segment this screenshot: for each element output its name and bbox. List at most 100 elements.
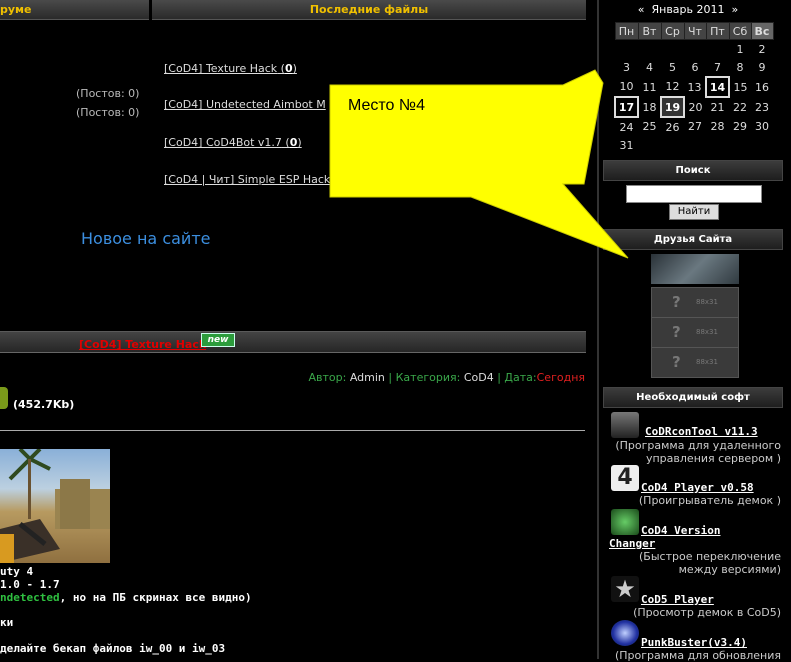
friend-banner[interactable] (651, 254, 739, 284)
calendar-day-today[interactable]: 19 (660, 96, 685, 118)
recent-file-name[interactable]: [CoD4] Undetected Aimbot M (164, 98, 326, 111)
software-block-title: Необходимый софт (603, 387, 783, 408)
calendar-week: 3 4 5 6 7 8 9 (615, 58, 773, 77)
forum-post-count: (Постов: 0) (76, 87, 140, 100)
calendar-day (751, 136, 773, 154)
calendar-prev-link[interactable]: « (638, 3, 645, 16)
search-input[interactable] (626, 185, 762, 203)
forum-header-label: руме (0, 3, 32, 16)
calendar-day (706, 136, 729, 154)
calendar-day (684, 136, 706, 154)
friend-banner-placeholder[interactable]: ? 88x31 (651, 317, 739, 348)
article-text: ки (0, 616, 14, 629)
software-desc: (Проигрыватель демок ) (638, 494, 781, 507)
cod4-version-changer-icon[interactable] (611, 509, 639, 535)
recent-file-count[interactable]: 0 (290, 136, 298, 149)
article-text-continued: , но на ПБ скринах все видно) (59, 591, 252, 604)
calendar-day: 2 (758, 42, 766, 56)
news-meta: Автор: Admin | Категория: CoD4 | Дата:Се… (308, 371, 585, 384)
software-link[interactable]: PunkBuster(v3.4) (641, 636, 747, 649)
calendar-day: 10 (619, 80, 634, 93)
date-label: Дата: (504, 371, 537, 384)
annotation-text: Место №4 (348, 97, 425, 114)
recent-file-count[interactable]: 1 (338, 173, 346, 186)
calendar-day: 26 (665, 120, 680, 134)
software-desc: между версиями) (678, 563, 781, 576)
calendar-day: 7 (714, 60, 721, 74)
software-link[interactable]: CoD4 Player v0.58 (641, 481, 754, 494)
calendar-day: 12 (665, 80, 680, 93)
calendar-day (615, 40, 638, 59)
undetected-text: ndetected (0, 591, 60, 604)
star-icon[interactable]: ★ (611, 576, 639, 602)
weekday: Пт (705, 22, 730, 40)
calendar-week: 17 18 19 20 21 22 23 (614, 96, 773, 118)
software-link[interactable]: CoD5 Player (641, 593, 714, 606)
calendar-day: 16 (755, 80, 769, 94)
category-link[interactable]: CoD4 (464, 371, 494, 384)
cod4-player-icon[interactable]: 4 (611, 465, 639, 491)
codrcontool-icon[interactable] (611, 412, 639, 438)
calendar-day: 11 (642, 80, 657, 94)
friend-banner-placeholder[interactable]: ? 88x31 (651, 287, 739, 318)
calendar-day: 25 (642, 120, 657, 133)
category-label: Категория: (395, 371, 461, 384)
software-desc: (Программа для удаленного (615, 439, 781, 452)
calendar-header: « Январь 2011 » (599, 3, 777, 16)
calendar-day: 24 (619, 120, 634, 134)
calendar-day (638, 136, 661, 154)
right-sidebar: « Январь 2011 » Пн Вт Ср Чт Пт Сб Вс 1 2… (597, 0, 791, 662)
software-link[interactable]: Changer (609, 537, 655, 550)
calendar-day-with-entries[interactable]: 17 (614, 96, 639, 118)
punkbuster-icon[interactable] (611, 620, 639, 646)
recent-file-count[interactable]: 0 (285, 62, 293, 75)
weekday: Чт (683, 22, 707, 40)
recent-file-link[interactable]: [CoD4] Undetected Aimbot M (164, 98, 326, 111)
recent-file-name[interactable]: [CoD4] CoD4Bot v1.7 (164, 136, 282, 149)
calendar-weekdays: Пн Вт Ср Чт Пт Сб Вс (614, 22, 774, 40)
question-icon: ? (672, 353, 681, 371)
article-text: ndetected, но на ПБ скринах все видно) (0, 591, 252, 604)
author-link[interactable]: Admin (350, 371, 385, 384)
calendar-day: 18 (642, 100, 657, 114)
weekday: Сб (728, 22, 752, 40)
software-desc: (Быстрое переключение (639, 550, 781, 563)
software-link[interactable]: CoD4 Version (641, 524, 720, 537)
author-label: Автор: (308, 371, 347, 384)
recent-file-name[interactable]: [CoD4 | Чит] Simple ESP Hack (164, 173, 330, 186)
calendar: Пн Вт Ср Чт Пт Сб Вс 1 2 3 4 5 6 7 8 9 1… (614, 22, 774, 154)
screenshot-thumbnail[interactable] (0, 449, 110, 563)
date-value: Сегодня (536, 371, 585, 384)
article-text: uty 4 (0, 565, 34, 578)
download-icon[interactable] (0, 387, 8, 409)
calendar-day: 30 (755, 120, 769, 133)
calendar-week: 24 25 26 27 28 29 30 (615, 117, 773, 136)
software-desc: (Просмотр демок в CoD5) (633, 606, 781, 619)
meta-separator: | (388, 371, 393, 384)
calendar-day: 21 (710, 101, 725, 114)
forum-post-count: (Постов: 0) (76, 106, 140, 119)
recent-files-header-bar: Последние файлы (152, 0, 586, 20)
calendar-day-with-entries[interactable]: 14 (705, 76, 730, 98)
calendar-day (638, 40, 661, 59)
recent-file-link[interactable]: [CoD4 | Чит] Simple ESP Hack (1) (164, 173, 350, 186)
calendar-month[interactable]: Январь 2011 (651, 3, 724, 16)
calendar-day: 9 (758, 61, 766, 74)
search-block-title: Поиск (603, 160, 783, 181)
file-size: (452.7Kb) (13, 398, 75, 411)
recent-file-link[interactable]: [CoD4] Texture Hack (0) (164, 62, 297, 75)
article-text: делайте бекап файлов iw_00 и iw_03 (0, 642, 226, 655)
news-title-link[interactable]: [CoD4] Texture Hack (79, 338, 206, 351)
software-link[interactable]: CoDRconTool v11.3 (645, 425, 758, 438)
software-desc: (Программа для обновления (614, 649, 781, 662)
banner-size-label: 88x31 (696, 298, 718, 306)
calendar-next-link[interactable]: » (732, 3, 739, 16)
calendar-day: 15 (733, 80, 748, 94)
recent-file-link[interactable]: [CoD4] CoD4Bot v1.7 (0) (164, 136, 302, 149)
recent-file-name[interactable]: [CoD4] Texture Hack (164, 62, 277, 75)
calendar-day: 4 (646, 61, 653, 74)
calendar-week: 31 (615, 136, 773, 154)
calendar-day: 8 (736, 61, 744, 74)
friend-banner-placeholder[interactable]: ? 88x31 (651, 347, 739, 378)
search-button[interactable]: Найти (669, 204, 719, 220)
